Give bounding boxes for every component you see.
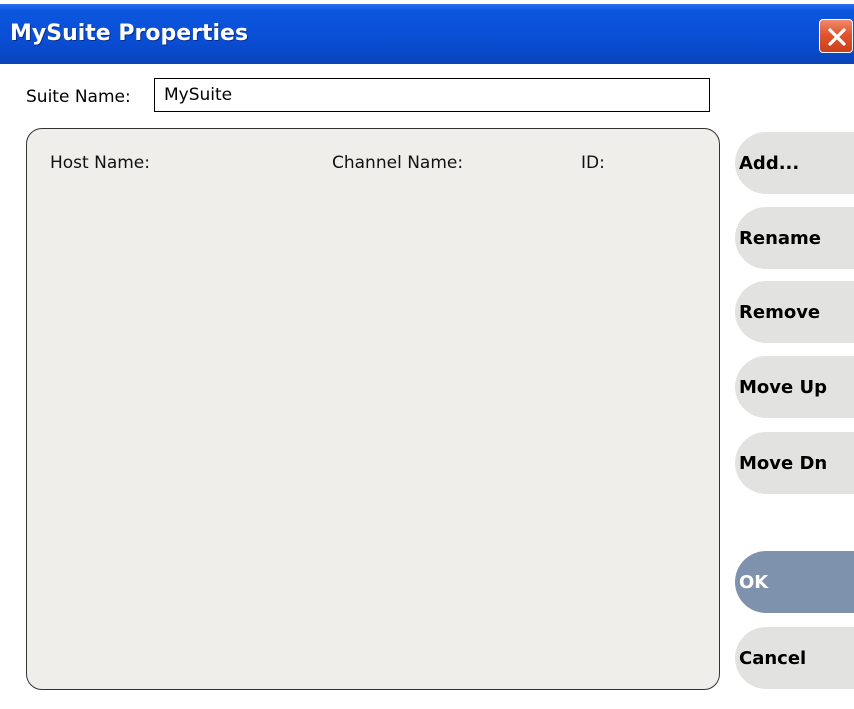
add-button[interactable]: Add...	[735, 132, 854, 194]
rename-button[interactable]: Rename	[735, 207, 854, 269]
cancel-button[interactable]: Cancel	[735, 627, 854, 689]
column-header-channel-name: Channel Name:	[332, 153, 464, 173]
window-title: MySuite Properties	[10, 21, 249, 46]
title-bar[interactable]: MySuite Properties	[0, 4, 854, 64]
remove-button[interactable]: Remove	[735, 281, 854, 343]
properties-dialog: MySuite Properties Suite Name: Host Name…	[0, 0, 854, 709]
ok-button[interactable]: OK	[735, 551, 854, 613]
move-down-button[interactable]: Move Dn	[735, 432, 854, 494]
column-header-host-name: Host Name:	[50, 153, 150, 173]
close-icon	[828, 28, 846, 46]
host-channel-list[interactable]	[26, 128, 720, 690]
suite-name-label: Suite Name:	[26, 87, 131, 107]
suite-name-input[interactable]	[154, 78, 710, 112]
close-button[interactable]	[819, 19, 853, 53]
move-up-button[interactable]: Move Up	[735, 356, 854, 418]
column-header-id: ID:	[581, 153, 605, 173]
